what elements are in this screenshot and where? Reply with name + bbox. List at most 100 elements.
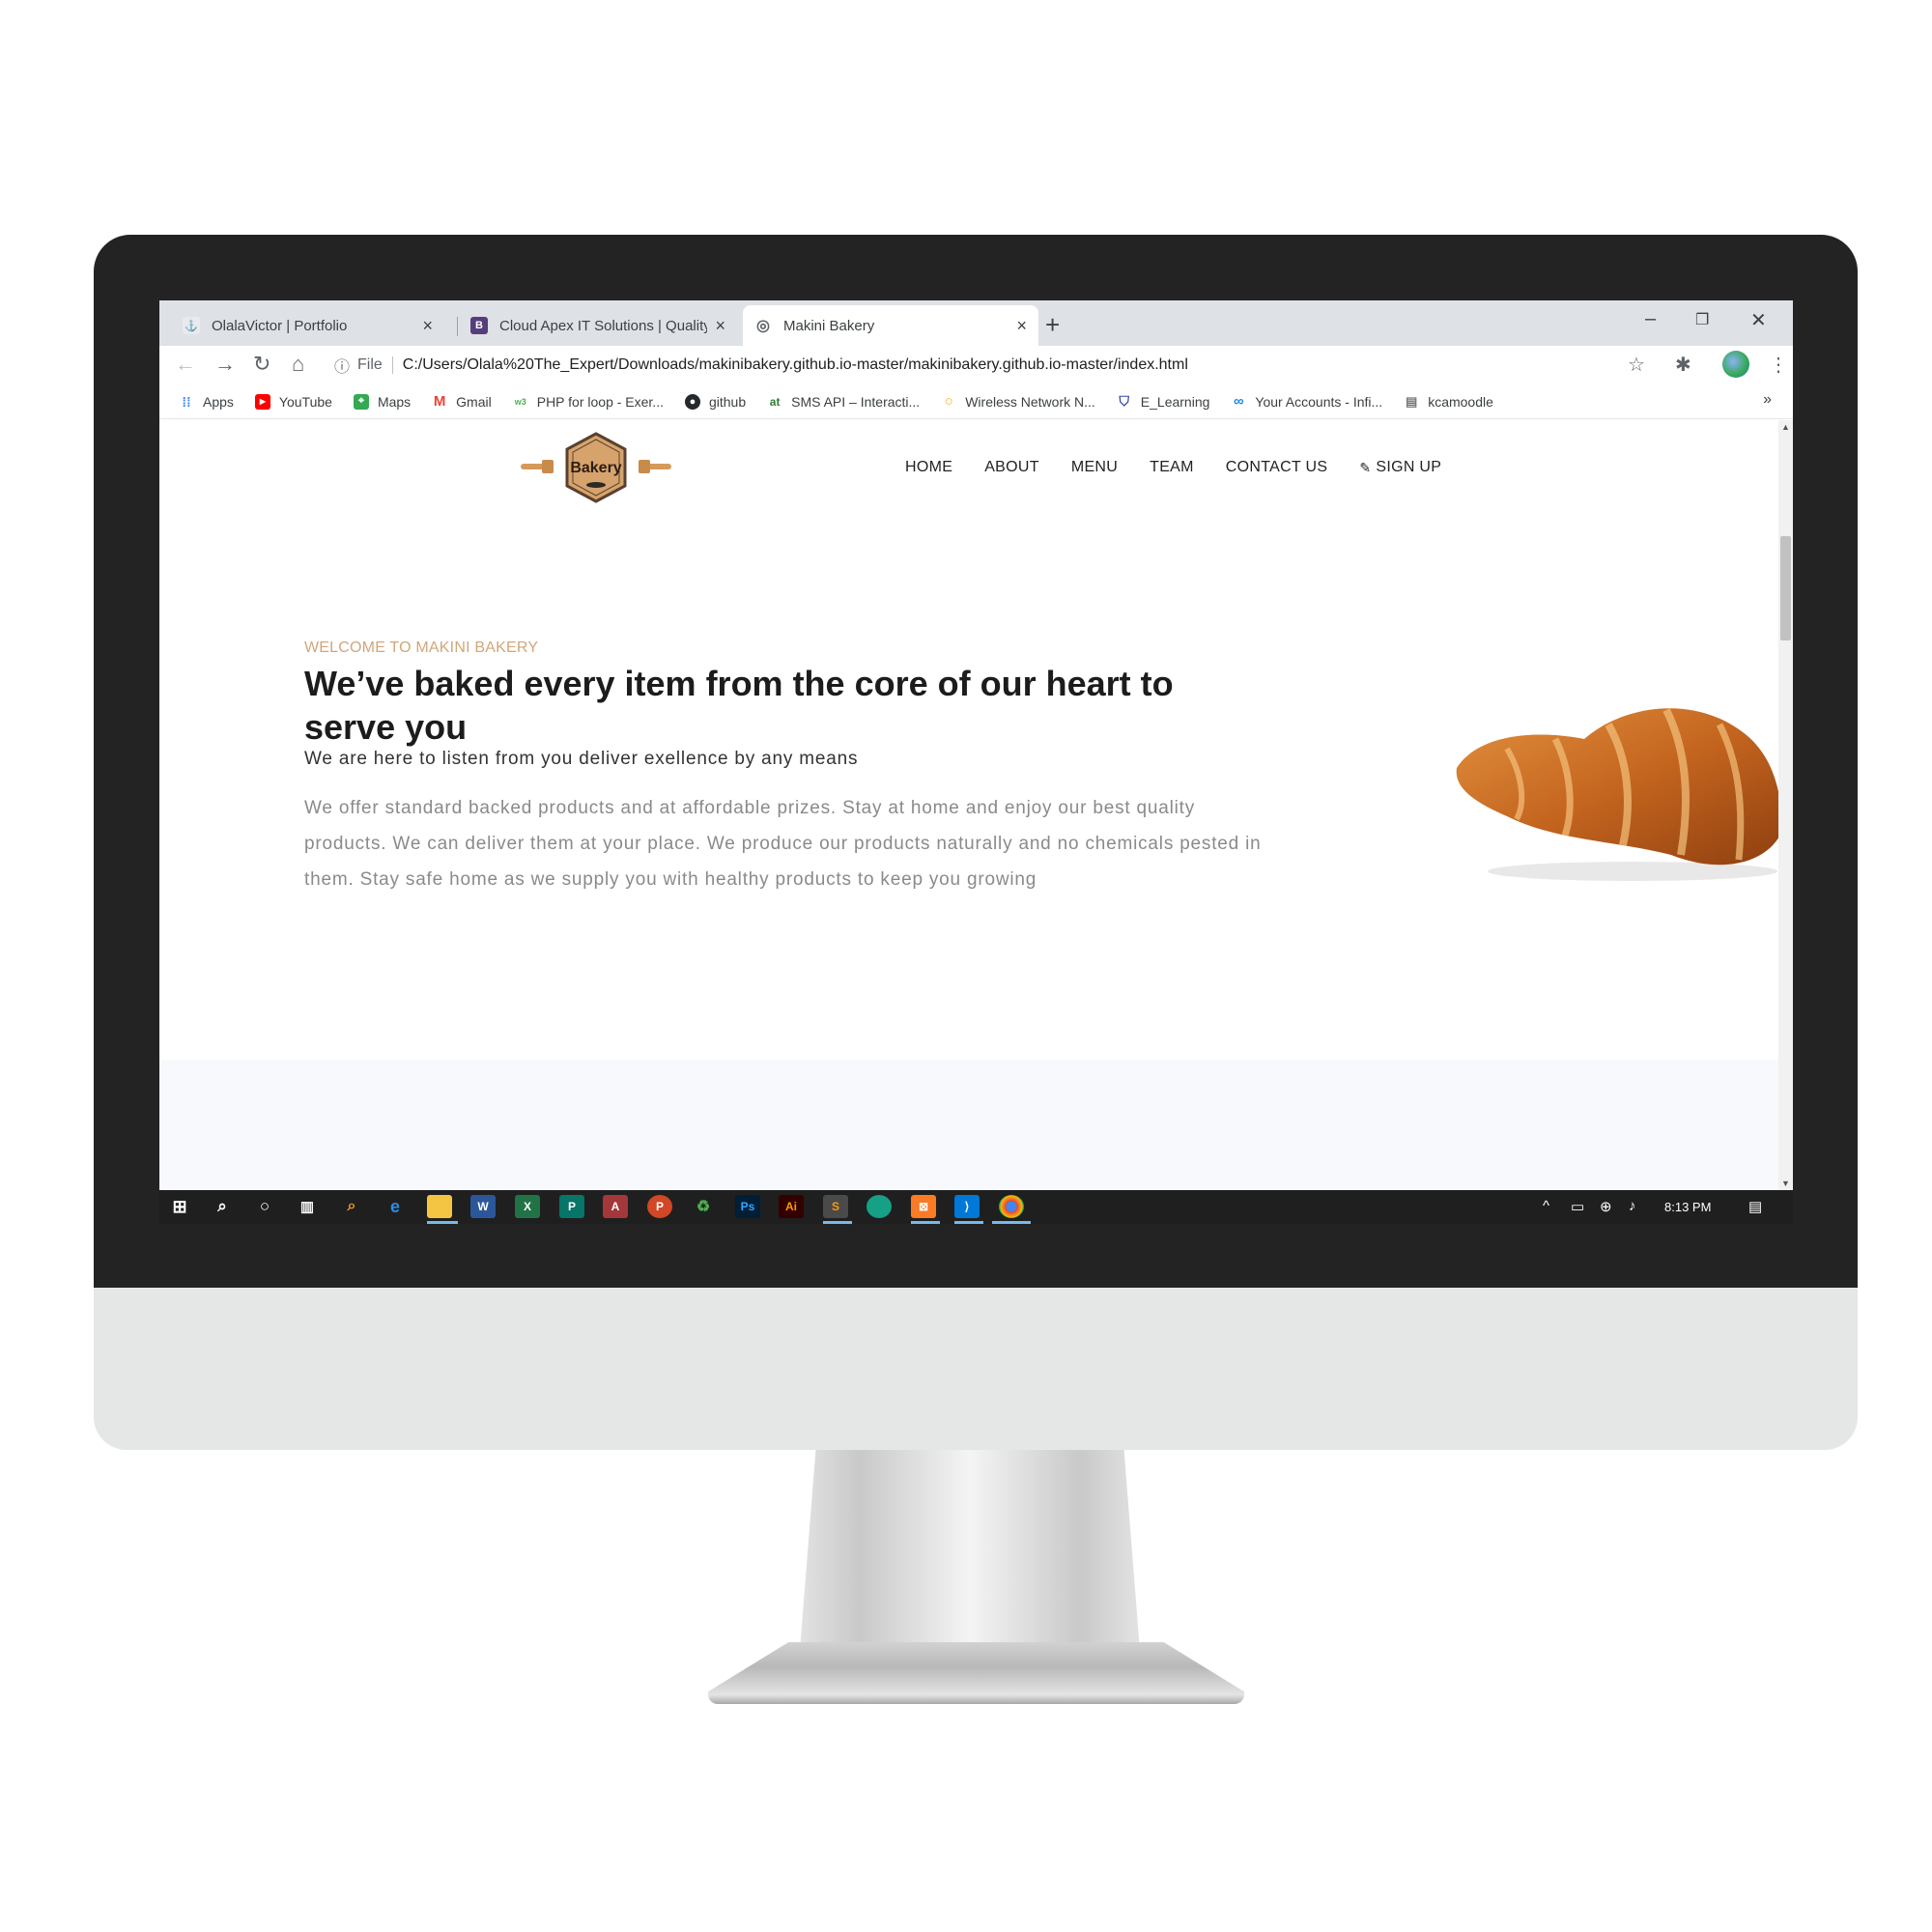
tab-strip: ⚓ OlalaVictor | Portfolio × B Cloud Apex…: [159, 300, 1793, 346]
site-menu: HOME ABOUT MENU TEAM CONTACT US ✎ SIGN U…: [905, 459, 1473, 476]
bookmark-php[interactable]: w3 PHP for loop - Exer...: [513, 394, 664, 410]
globe-icon: ◎: [754, 317, 772, 334]
reload-icon[interactable]: ↻: [253, 352, 270, 377]
bakery-logo[interactable]: Bakery: [519, 430, 673, 507]
app-icon[interactable]: [867, 1195, 892, 1218]
github-icon: ●: [684, 393, 700, 410]
page-scrollbar[interactable]: ▲ ▼: [1778, 420, 1793, 1190]
star-icon[interactable]: ☆: [1628, 353, 1645, 377]
hero-subhead: We are here to listen from you deliver e…: [304, 749, 859, 769]
avatar[interactable]: [1722, 351, 1749, 378]
nav-team[interactable]: TEAM: [1150, 459, 1194, 476]
task-view-icon[interactable]: ▥: [295, 1195, 320, 1218]
nav-about[interactable]: ABOUT: [984, 459, 1039, 476]
tab-portfolio[interactable]: ⚓ OlalaVictor | Portfolio ×: [171, 305, 444, 346]
close-icon[interactable]: ×: [1016, 316, 1027, 336]
volume-icon[interactable]: ♪: [1629, 1198, 1636, 1214]
monitor-stand-base: [708, 1642, 1244, 1704]
hero-headline: We’ve baked every item from the core of …: [304, 664, 1174, 747]
new-tab-button[interactable]: +: [1045, 310, 1060, 340]
bookmark-apps[interactable]: ⁞⁞ Apps: [179, 394, 234, 410]
youtube-icon: ▶: [254, 393, 270, 410]
site-navbar: Bakery HOME ABOUT MENU TEAM CONTACT US ✎…: [159, 420, 1778, 524]
clock[interactable]: 8:13 PM: [1664, 1200, 1711, 1214]
edge-icon[interactable]: e: [383, 1195, 408, 1218]
kebab-menu-icon[interactable]: ⋮: [1769, 353, 1788, 377]
hero-section: WELCOME TO MAKINI BAKERY We’ve baked eve…: [159, 524, 1778, 1060]
sublime-icon[interactable]: S: [823, 1195, 848, 1218]
tray-chevron-icon[interactable]: ^: [1543, 1198, 1549, 1214]
bookmark-label: Wireless Network N...: [965, 393, 1095, 410]
bookmark-gmail[interactable]: M Gmail: [432, 393, 492, 410]
minimize-icon[interactable]: –: [1645, 308, 1656, 330]
back-icon[interactable]: ←: [175, 352, 196, 377]
forward-icon[interactable]: →: [214, 352, 236, 377]
word-icon[interactable]: W: [470, 1195, 496, 1218]
info-icon[interactable]: ⓘ: [334, 354, 350, 377]
active-indicator: [992, 1221, 1031, 1224]
nav-home[interactable]: HOME: [905, 459, 952, 476]
infinity-icon: ∞: [1234, 393, 1244, 410]
cortana-icon[interactable]: ○: [252, 1195, 277, 1218]
xampp-icon[interactable]: ⊠: [911, 1195, 936, 1218]
scheme-label: File: [357, 356, 383, 373]
address-bar[interactable]: ⓘ File C:/Users/Olala%20The_Expert/Downl…: [328, 350, 1793, 381]
scroll-thumb[interactable]: [1780, 536, 1791, 640]
search-icon[interactable]: ⌕: [210, 1195, 235, 1218]
windows-start-icon[interactable]: ⊞: [167, 1195, 192, 1218]
bookmark-label: Apps: [203, 393, 234, 410]
bookmark-github[interactable]: ● github: [684, 393, 746, 410]
active-indicator: [427, 1221, 458, 1224]
url-text[interactable]: C:/Users/Olala%20The_Expert/Downloads/ma…: [403, 356, 1188, 374]
sign-up-label: SIGN UP: [1376, 459, 1442, 475]
tab-makini-bakery[interactable]: ◎ Makini Bakery ×: [743, 305, 1038, 346]
photoshop-icon[interactable]: Ps: [735, 1195, 760, 1218]
w3schools-icon: w3: [514, 396, 526, 407]
bookmark-sms[interactable]: at SMS API – Interacti...: [767, 394, 920, 410]
tab-separator: [457, 317, 458, 336]
bookmarks-more-icon[interactable]: »: [1763, 391, 1772, 409]
chrome-icon[interactable]: [999, 1195, 1024, 1218]
file-explorer-icon[interactable]: [427, 1195, 452, 1218]
powerpoint-icon[interactable]: P: [647, 1195, 672, 1218]
next-section: [159, 1060, 1778, 1190]
excel-icon[interactable]: X: [515, 1195, 540, 1218]
home-icon[interactable]: ⌂: [292, 352, 304, 377]
bookmark-wireless[interactable]: ○ Wireless Network N...: [941, 393, 1095, 410]
person-icon: ⚓: [183, 317, 200, 334]
edit-icon: ✎: [1359, 459, 1372, 475]
scroll-up-icon[interactable]: ▲: [1781, 422, 1790, 432]
croissant-image: [1456, 708, 1778, 881]
bookmark-label: Your Accounts - Infi...: [1255, 393, 1383, 410]
window-close-icon[interactable]: ✕: [1750, 308, 1767, 332]
bookmark-youtube[interactable]: ▶ YouTube: [254, 393, 332, 410]
bookmark-accounts[interactable]: ∞ Your Accounts - Infi...: [1231, 393, 1383, 410]
bookmark-label: E_Learning: [1140, 393, 1210, 410]
hero-body: We offer standard backed products and at…: [304, 798, 1262, 890]
gmail-icon: M: [433, 393, 446, 410]
nav-contact-us[interactable]: CONTACT US: [1226, 459, 1328, 476]
battery-icon[interactable]: ▭: [1571, 1198, 1584, 1215]
bookmark-kcamoodle[interactable]: ▤ kcamoodle: [1404, 394, 1493, 410]
browser-toolbar: ← → ↻ ⌂ ⓘ File C:/Users/Olala%20The_Expe…: [159, 346, 1793, 384]
nav-sign-up[interactable]: ✎ SIGN UP: [1359, 459, 1441, 476]
tab-title: Makini Bakery: [783, 317, 875, 334]
illustrator-icon[interactable]: Ai: [779, 1195, 804, 1218]
extensions-icon[interactable]: ✱: [1675, 353, 1691, 377]
nav-menu[interactable]: MENU: [1071, 459, 1118, 476]
bookmark-elearning[interactable]: ⛉ E_Learning: [1117, 393, 1210, 410]
network-icon[interactable]: ⊕: [1600, 1198, 1612, 1215]
tab-cloud-apex[interactable]: B Cloud Apex IT Solutions | Quality ×: [459, 305, 737, 346]
bootstrap-icon: B: [470, 317, 488, 334]
search-app-icon[interactable]: ⌕: [339, 1195, 364, 1218]
scroll-down-icon[interactable]: ▼: [1781, 1179, 1790, 1188]
bookmark-maps[interactable]: ⌖ Maps: [353, 393, 411, 410]
vscode-icon[interactable]: ⟩: [954, 1195, 980, 1218]
close-icon[interactable]: ×: [715, 316, 725, 336]
restore-icon[interactable]: ❐: [1695, 310, 1709, 329]
access-icon[interactable]: A: [603, 1195, 628, 1218]
notifications-icon[interactable]: ▤: [1748, 1198, 1762, 1215]
publisher-icon[interactable]: P: [559, 1195, 584, 1218]
close-icon[interactable]: ×: [422, 316, 433, 336]
recycle-icon[interactable]: ♻: [691, 1195, 716, 1218]
